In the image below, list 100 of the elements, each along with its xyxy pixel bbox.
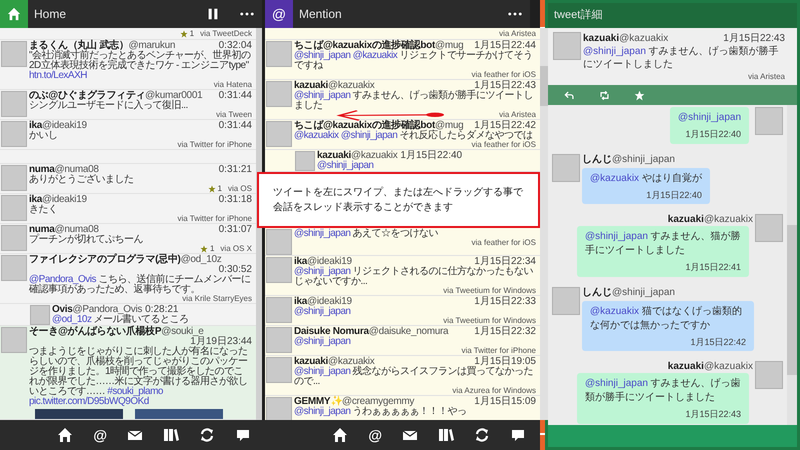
user-name: ika: [29, 121, 42, 131]
tweet-text: @shinji_japan 残念ながらスイスフランは買ってなかったので...: [294, 367, 534, 387]
star-icon[interactable]: [634, 90, 645, 100]
chat-icon[interactable]: [510, 427, 526, 443]
favorite-count: 1: [218, 185, 222, 193]
via-label: via TweetDeck: [200, 28, 252, 40]
tweet-time: 1月19日23:44: [190, 337, 252, 347]
avatar-placeholder: [266, 121, 292, 147]
mentions-button[interactable]: @: [368, 427, 382, 443]
tweet-item[interactable]: ファイレクシアのプログラマ(忌中)@od_10z 0:30:52 @Pandora_Ovis こちら、送信前にチームメンバーに確認事項があったため、返事待ちです。 via Krile StarryEyes: [0, 254, 256, 304]
message-bubble[interactable]: @kazuakix やはり自覚が 1月15日22:40: [582, 168, 710, 204]
message-bubble[interactable]: @kazuakix 猫ではなくげっ歯類的な何かでは無かったですか 1月15日22:42: [582, 300, 754, 351]
via-label: via Tweetium for Windows: [443, 317, 536, 325]
user-handle: @numa08: [54, 165, 99, 175]
column-title: Home: [34, 6, 68, 23]
message-bubble[interactable]: @shinji_japan 1月15日22:40: [670, 107, 749, 144]
tweet-item[interactable]: Daisuke Nomura@daisuke_nomura 1月15日22:32 @shinji_japan via Twitter for iPhone: [265, 326, 540, 356]
star-icon: [200, 245, 208, 253]
mentions-button[interactable]: @: [93, 427, 107, 443]
tweet-item[interactable]: ika@ideaki19 0:31:18 きたく via Twitter for iPhone: [0, 194, 256, 224]
hint-text: 会話をスレッド表示することができます: [273, 200, 454, 215]
avatar-placeholder: [266, 297, 292, 323]
message-time: 1月15日22:41: [684, 261, 741, 274]
tweet-text: かいし: [29, 131, 58, 141]
tweet-item[interactable]: まるくん（丸山 武志）@marukun 0:32:04 "会社消滅寸前だったとあるベンチャーが、世界初の2D立体表現技術を完成できたワケ - エンジニアtype" htn.to/LexAXH via Hatena: [0, 40, 256, 90]
tweet-text: @Pandora_Ovis こちら、送信前にチームメンバーに確認事項があったため、返事待ちです。: [29, 275, 252, 295]
tweet-item[interactable]: numa@numa08 0:31:21 ありがとうございました 1 via OS: [0, 164, 256, 194]
tweet-time: 1月15日22:33: [474, 297, 536, 307]
tweet-item[interactable]: ika@ideaki19 1月15日22:34 @shinji_japan リジェクトされるのに仕方なかったもないじゃないですか... via Tweetium for Windows: [265, 256, 540, 296]
retweet-icon[interactable]: [599, 90, 610, 100]
tweet-time: 0:31:21: [218, 165, 252, 175]
books-icon[interactable]: [438, 427, 454, 443]
message-bubble[interactable]: @shinji_japan すみません、猫が勝手にツイートしました 1月15日22:41: [577, 226, 749, 276]
tweet-text: @shinji_japan: [294, 307, 352, 317]
user-name: kazuaki: [668, 214, 704, 226]
tweet-time: 0:28:21: [145, 305, 178, 315]
tweet-time: 1月15日19:05: [474, 357, 536, 367]
tweet-item[interactable]: kazuaki@kazuakix 1月15日22:43 @shinji_japan すみません、げっ歯類が勝手にツイートしました via Aristea: [265, 80, 540, 120]
user-name: kazuaki: [317, 151, 352, 161]
tweet-time: 1月15日22:43: [474, 81, 536, 91]
user-handle: @shinji_japan: [612, 286, 675, 298]
reply-icon[interactable]: [564, 90, 575, 100]
tweet-text: "会社消滅寸前だったとあるベンチャーが、世界初の2D立体表現技術を完成できたワケ - エンジニアtype" htn.to/LexAXH: [29, 51, 252, 81]
tweet-text: プーチンが切れてぷちーん: [29, 235, 144, 245]
user-name: numa: [29, 165, 54, 175]
chat-icon[interactable]: [235, 427, 251, 443]
tweet-item[interactable]: @shinji_japan あえて☆をつけない via feather for iOS: [265, 228, 540, 256]
user-name: GEMMY✨: [294, 397, 342, 407]
message-text: @kazuakix やはり自覚が: [590, 172, 702, 186]
tweet-text: @shinji_japan @kazuakix リジェクトでサーチかけてそうですね: [294, 51, 534, 71]
message-time: 1月15日22:40: [645, 188, 702, 202]
refresh-icon[interactable]: [199, 427, 215, 443]
via-label: via OS: [228, 185, 252, 193]
scrollbar[interactable]: [540, 28, 548, 420]
tweet-text: @shinji_japan すみません、げっ歯類が勝手にツイートしました: [583, 45, 780, 71]
user-name: ちこば@kazuakixの進捗確認bot: [294, 41, 435, 51]
tweet-item[interactable]: kazuaki@kazuakix 1月15日19:05 @shinji_japan 残念ながらスイスフランは買ってなかったので... via Azurea for Windows: [265, 356, 540, 396]
star-icon: [180, 30, 188, 38]
user-handle: @souki_e: [161, 327, 204, 337]
favorite-count: 1: [190, 28, 194, 40]
tweet-item[interactable]: ika@ideaki19 0:31:44 かいし via Twitter for iPhone: [0, 120, 256, 150]
avatar-placeholder: [266, 229, 292, 255]
via-label: via Hatena: [214, 81, 252, 89]
pause-icon[interactable]: [206, 7, 220, 21]
home-icon[interactable]: [57, 427, 74, 443]
via-label: via Aristea: [499, 111, 536, 119]
home-icon[interactable]: [332, 427, 348, 443]
tweet-text: つまようじをじゃがりこに刺した人が有名になったらしいので、爪楊枝を削ってじゃがりこのパッケージを作りました。1時間で作って撮影をしたのでこれが限界でした……米に文字が書ける器用さが欲しいところです…… #souki_plamo pic.twitter.com/D95bWQ9OKd: [29, 347, 248, 407]
message-bubble[interactable]: @shinji_japan すみません、げっ歯類が勝手にツイートしました 1月15日22:43: [577, 373, 749, 424]
tweet-item[interactable]: ちこば@kazuakixの進捗確認bot@mug 1月15日22:42 @kazuakix @shinji_japan それ反応したらダメなやつでは via feather for iOS: [265, 120, 540, 150]
tweet-time: 0:31:18: [218, 195, 252, 205]
tweet-item[interactable]: のぶ@ひぐまグラフィティ@kumar0001 0:31:44 シングルユーザモードに入って復旧... via Tween: [0, 90, 256, 120]
avatar-placeholder: [1, 225, 27, 251]
tweet-item[interactable]: ika@ideaki19 1月15日22:33 @shinji_japan via Tweetium for Windows: [265, 296, 540, 326]
via-label: via feather for iOS: [472, 71, 536, 79]
user-handle: @daisuke_nomura: [368, 327, 448, 337]
user-handle: @creamygemmy: [342, 397, 414, 407]
via-label: via Twitter for iPhone: [177, 215, 252, 223]
tweet-item[interactable]: ちこば@kazuakixの進捗確認bot@mug 1月15日22:44 @shinji_japan @kazuakix リジェクトでサーチかけてそうですね via feather for iOS: [265, 40, 540, 80]
refresh-icon[interactable]: [474, 427, 490, 443]
message-text: @shinji_japan: [678, 111, 741, 125]
favorite-count: 1: [210, 245, 214, 253]
user-name: のぶ@ひぐまグラフィティ: [29, 91, 146, 101]
via-label: via Aristea: [499, 28, 536, 40]
via-label: via Krile StarryEyes: [182, 295, 252, 303]
user-handle: @ideaki19: [42, 195, 87, 205]
tweet-text: @shinji_japan: [294, 337, 352, 347]
user-handle: @kazuakix: [328, 357, 374, 367]
avatar-placeholder: [266, 357, 292, 383]
message-text: @kazuakix 猫ではなくげっ歯類的な何かでは無かったですか: [590, 304, 743, 332]
avatar-placeholder: [553, 32, 581, 60]
tweet-time: 1月15日22:32: [474, 327, 536, 337]
tweet-time: 1月15日22:43: [723, 32, 785, 45]
tweet-time: 1月15日22:44: [474, 41, 536, 51]
user-handle: @od_10z: [180, 255, 222, 265]
books-icon[interactable]: [163, 427, 179, 443]
scrollbar[interactable]: [787, 105, 797, 425]
tweet-item[interactable]: numa@numa08 0:31:07 プーチンが切れてぷちーん 1 via OS X: [0, 224, 256, 254]
tweet-text: シングルユーザモードに入って復旧...: [29, 101, 189, 111]
user-name: ちこば@kazuakixの進捗確認bot: [294, 121, 435, 131]
